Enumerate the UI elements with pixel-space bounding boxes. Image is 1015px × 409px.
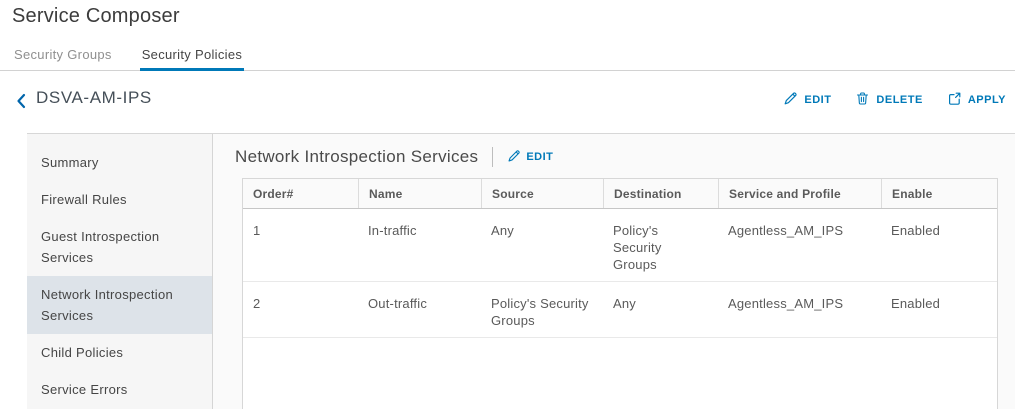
cell-name: In-traffic	[358, 209, 481, 281]
trash-icon	[855, 91, 870, 109]
sidebar-item-summary[interactable]: Summary	[27, 144, 212, 181]
sidebar-item-service-errors[interactable]: Service Errors	[27, 371, 212, 408]
cell-destination: Policy's Security Groups	[603, 209, 718, 281]
cell-service-and-profile: Agentless_AM_IPS	[718, 282, 881, 337]
cell-source: Policy's Security Groups	[481, 282, 603, 337]
delete-button[interactable]: DELETE	[855, 91, 922, 109]
column-header-order[interactable]: Order#	[243, 179, 358, 208]
table-header-row: Order# Name Source Destination Service a…	[243, 179, 997, 209]
cell-name: Out-traffic	[358, 282, 481, 337]
policy-title: DSVA-AM-IPS	[36, 88, 152, 108]
column-header-service-and-profile[interactable]: Service and Profile	[718, 179, 881, 208]
cell-enable: Enabled	[881, 209, 997, 281]
tab-bar: Security Groups Security Policies	[0, 42, 1015, 71]
page-title: Service Composer	[12, 5, 180, 28]
edit-button-label: EDIT	[804, 94, 831, 106]
tab-security-groups[interactable]: Security Groups	[12, 47, 114, 70]
column-header-name[interactable]: Name	[358, 179, 481, 208]
policy-actions: EDIT DELETE APPLY	[783, 91, 1006, 109]
column-header-destination[interactable]: Destination	[603, 179, 718, 208]
cell-source: Any	[481, 209, 603, 281]
sidebar-item-network-introspection-services[interactable]: Network Introspection Services	[27, 276, 212, 334]
back-button[interactable]	[12, 91, 31, 114]
pencil-icon	[783, 91, 798, 109]
policy-header-bar: DSVA-AM-IPS EDIT DELETE APPLY	[0, 71, 1015, 133]
apply-button[interactable]: APPLY	[947, 91, 1006, 109]
column-header-source[interactable]: Source	[481, 179, 603, 208]
table-row[interactable]: 1 In-traffic Any Policy's Security Group…	[243, 209, 997, 282]
cell-destination: Any	[603, 282, 718, 337]
table-row[interactable]: 2 Out-traffic Policy's Security Groups A…	[243, 282, 997, 338]
delete-button-label: DELETE	[876, 94, 922, 106]
sidebar-item-guest-introspection-services[interactable]: Guest Introspection Services	[27, 218, 212, 276]
cell-service-and-profile: Agentless_AM_IPS	[718, 209, 881, 281]
tab-security-policies[interactable]: Security Policies	[140, 47, 244, 70]
policy-sidebar: Summary Firewall Rules Guest Introspecti…	[27, 134, 213, 409]
service-composer-app: Service Composer Security Groups Securit…	[0, 0, 1015, 409]
services-table: Order# Name Source Destination Service a…	[242, 178, 998, 409]
cell-order: 2	[243, 282, 358, 337]
apply-button-label: APPLY	[968, 94, 1006, 106]
edit-button[interactable]: EDIT	[783, 91, 831, 109]
cell-enable: Enabled	[881, 282, 997, 337]
policy-detail-panel: Summary Firewall Rules Guest Introspecti…	[27, 133, 1015, 409]
cell-order: 1	[243, 209, 358, 281]
section-edit-label: EDIT	[526, 151, 553, 163]
section-edit-button[interactable]: EDIT	[507, 149, 553, 166]
content-area: Network Introspection Services EDIT Orde…	[214, 134, 1015, 409]
content-header: Network Introspection Services EDIT	[235, 147, 553, 167]
sidebar-item-child-policies[interactable]: Child Policies	[27, 334, 212, 371]
column-header-enable[interactable]: Enable	[881, 179, 997, 208]
section-heading: Network Introspection Services	[235, 147, 478, 167]
apply-note-icon	[947, 91, 962, 109]
sidebar-item-firewall-rules[interactable]: Firewall Rules	[27, 181, 212, 218]
chevron-left-icon	[14, 93, 29, 112]
heading-divider	[492, 147, 493, 167]
pencil-icon	[507, 149, 521, 166]
